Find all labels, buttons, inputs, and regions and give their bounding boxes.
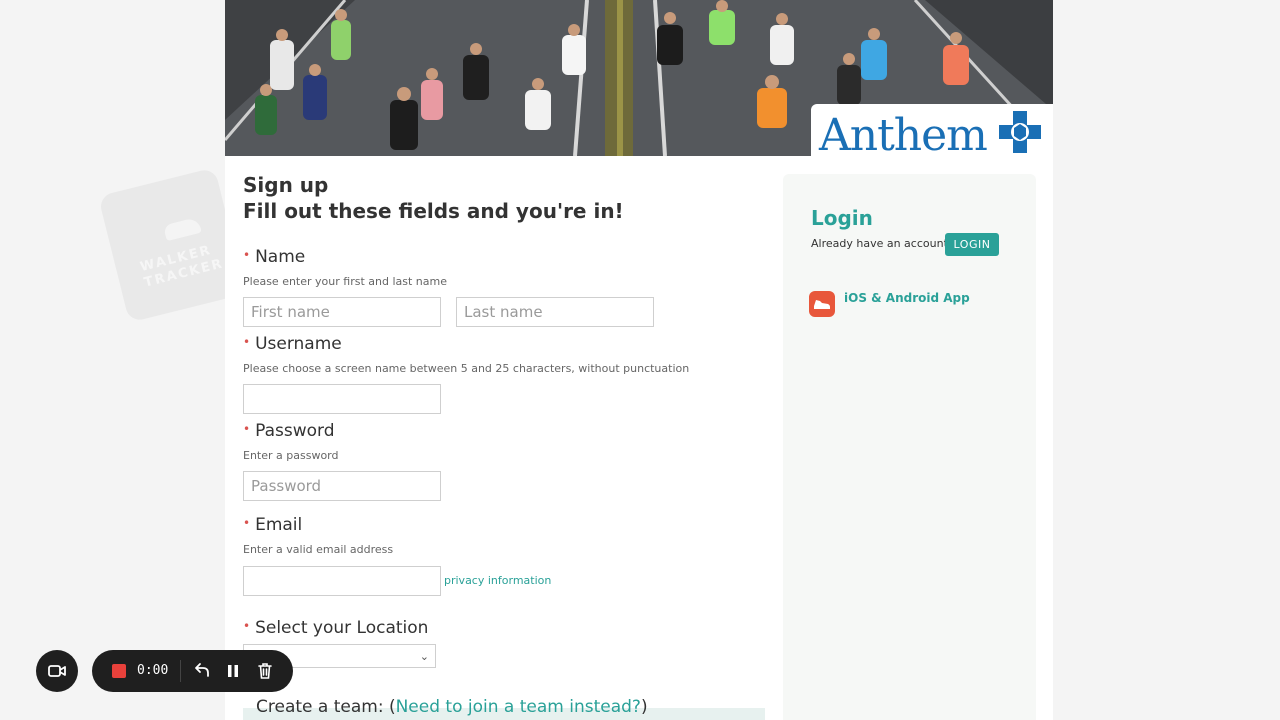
signup-subheading: Fill out these fields and you're in!: [243, 199, 624, 223]
required-marker: •: [243, 335, 251, 349]
login-sidebar: Login Already have an account? LOGIN iOS…: [783, 174, 1036, 720]
anthem-logo: Anthem: [811, 104, 1053, 156]
required-marker: •: [243, 248, 251, 262]
first-name-input[interactable]: [243, 297, 441, 327]
password-input[interactable]: [243, 471, 441, 501]
email-label: • Email: [243, 515, 303, 535]
required-marker: •: [243, 619, 251, 633]
name-hint: Please enter your first and last name: [243, 275, 447, 288]
username-hint: Please choose a screen name between 5 an…: [243, 362, 690, 375]
anthem-wordmark: Anthem: [819, 110, 988, 156]
recording-timer: 0:00: [137, 663, 169, 678]
login-title: Login: [811, 206, 873, 230]
page-title: Sign up Fill out these fields and you're…: [243, 172, 624, 224]
ios-android-app-link[interactable]: iOS & Android App: [844, 291, 970, 305]
join-team-link[interactable]: Need to join a team instead?: [396, 697, 641, 717]
email-hint: Enter a valid email address: [243, 543, 394, 556]
signup-heading: Sign up: [243, 173, 329, 197]
password-hint: Enter a password: [243, 449, 339, 462]
undo-icon[interactable]: [192, 662, 210, 680]
chevron-down-icon: ⌄: [419, 650, 429, 663]
name-label: • Name: [243, 247, 306, 267]
last-name-input[interactable]: [456, 297, 654, 327]
privacy-information-link[interactable]: privacy information: [444, 574, 551, 587]
blue-cross-blue-shield-icon: [999, 111, 1041, 153]
hero-banner: Anthem: [225, 0, 1053, 156]
password-label: • Password: [243, 421, 335, 441]
pause-icon[interactable]: [224, 662, 242, 680]
walker-tracker-watermark: WALKER TRACKER: [98, 167, 246, 323]
email-input[interactable]: [243, 566, 441, 596]
walker-tracker-app-icon[interactable]: [809, 291, 835, 317]
login-button[interactable]: LOGIN: [945, 233, 999, 256]
recording-toolbar: 0:00: [92, 650, 293, 692]
username-label: • Username: [243, 334, 342, 354]
shoe-icon: [163, 216, 202, 242]
shoe-icon: [814, 300, 830, 309]
create-team-label: Create a team: (Need to join a team inst…: [256, 697, 648, 717]
camera-icon: [48, 665, 66, 677]
login-prompt: Already have an account?: [811, 237, 954, 250]
required-marker: •: [243, 422, 251, 436]
trash-icon[interactable]: [256, 662, 274, 680]
required-marker: •: [243, 516, 251, 530]
username-input[interactable]: [243, 384, 441, 414]
toolbar-divider: [180, 660, 181, 682]
signup-page: Anthem Sign up Fill out these fields and…: [225, 0, 1053, 720]
camera-toggle-button[interactable]: [36, 650, 78, 692]
stop-icon[interactable]: [112, 664, 126, 678]
location-label: • Select your Location: [243, 618, 429, 638]
